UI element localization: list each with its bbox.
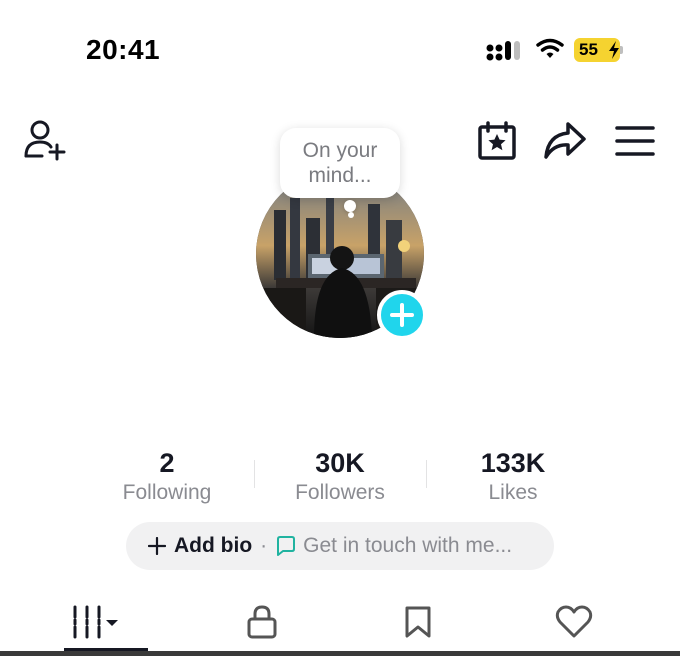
tab-videos[interactable] xyxy=(20,596,170,648)
bookmark-icon xyxy=(405,606,431,638)
tab-saved[interactable] xyxy=(333,596,503,648)
profile-tabs xyxy=(0,596,680,656)
plus-icon xyxy=(148,537,166,555)
likes-label: Likes xyxy=(488,481,538,504)
battery-charging-icon: 55 xyxy=(574,38,624,62)
followers-count: 30K xyxy=(315,448,365,478)
following-stat[interactable]: 2 Following xyxy=(80,446,254,506)
following-label: Following xyxy=(122,481,212,504)
battery-level: 55 xyxy=(579,40,598,59)
calendar-star-icon[interactable] xyxy=(476,120,518,162)
bio-separator: · xyxy=(260,534,268,557)
followers-stat[interactable]: 30K Followers xyxy=(253,446,427,506)
followers-label: Followers xyxy=(295,481,385,504)
likes-count: 133K xyxy=(480,448,546,478)
bio-pill[interactable]: Add bio · Get in touch with me... xyxy=(126,522,554,570)
battery-cap xyxy=(620,46,623,54)
heart-icon xyxy=(555,605,593,638)
cellular-signal-icon xyxy=(486,41,520,61)
profile-stats: 2 Following 30K Followers 133K Likes xyxy=(80,446,600,510)
add-bio-button[interactable]: Add bio xyxy=(174,534,252,558)
videos-grid-icon xyxy=(73,605,118,639)
lock-icon xyxy=(247,605,277,639)
plus-icon xyxy=(390,303,414,327)
bubble-line2: mind... xyxy=(308,164,372,187)
status-time: 20:41 xyxy=(86,34,161,65)
following-count: 2 xyxy=(159,448,175,478)
likes-stat[interactable]: 133K Likes xyxy=(426,446,600,506)
wifi-icon xyxy=(536,38,564,58)
content-preview-strip xyxy=(0,651,680,656)
share-icon[interactable] xyxy=(542,120,588,162)
tab-liked[interactable] xyxy=(489,596,659,648)
status-bar: 20:41 55 xyxy=(0,0,680,100)
bubble-tail-dot-small xyxy=(348,212,354,218)
tab-private[interactable] xyxy=(177,596,347,648)
chat-bubble-icon xyxy=(277,536,296,556)
thought-bubble[interactable]: On your mind... xyxy=(280,128,400,198)
menu-icon[interactable] xyxy=(614,124,656,158)
bubble-tail-dot xyxy=(344,200,356,212)
get-in-touch-link[interactable]: Get in touch with me... xyxy=(303,534,512,558)
bolt-icon xyxy=(609,41,619,59)
chevron-down-icon xyxy=(106,620,118,626)
add-friend-icon[interactable] xyxy=(22,118,68,164)
add-avatar-button[interactable] xyxy=(377,290,427,340)
bubble-line1: On your xyxy=(302,139,378,162)
